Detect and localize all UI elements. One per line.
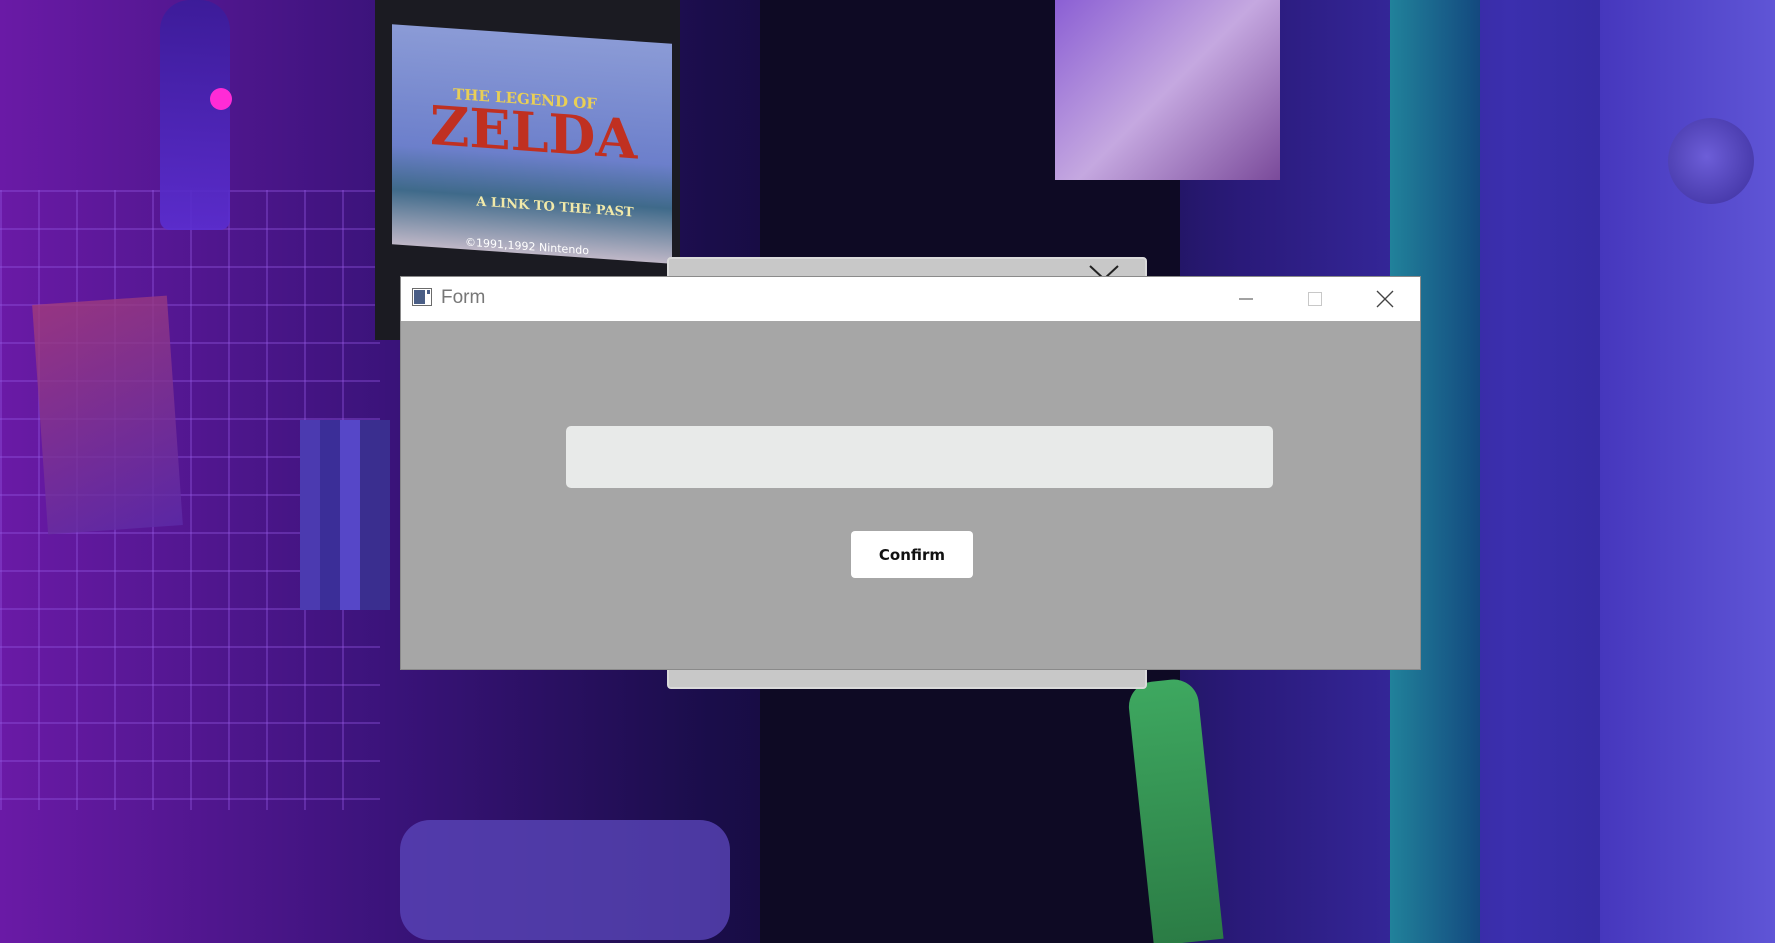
poster-right	[1055, 0, 1280, 180]
maximize-button[interactable]	[1281, 277, 1349, 321]
confirm-button[interactable]: Confirm	[851, 531, 973, 578]
door-knob	[1668, 118, 1754, 204]
app-window-icon	[412, 288, 432, 306]
text-input[interactable]	[566, 426, 1273, 488]
poster-left	[32, 295, 183, 535]
lava-lamp-blob	[210, 88, 232, 110]
lava-lamp	[160, 0, 230, 230]
books	[300, 420, 390, 610]
form-client-area: Confirm	[401, 321, 1420, 669]
maximize-icon	[1308, 292, 1322, 306]
minimize-icon	[1239, 298, 1253, 300]
close-icon	[1376, 290, 1394, 308]
game-controller	[400, 820, 730, 940]
title-bar[interactable]: Form	[401, 277, 1420, 321]
close-button[interactable]	[1351, 277, 1419, 321]
form-window: Form Confirm	[401, 277, 1420, 669]
minimize-button[interactable]	[1212, 277, 1280, 321]
window-title: Form	[441, 287, 486, 308]
